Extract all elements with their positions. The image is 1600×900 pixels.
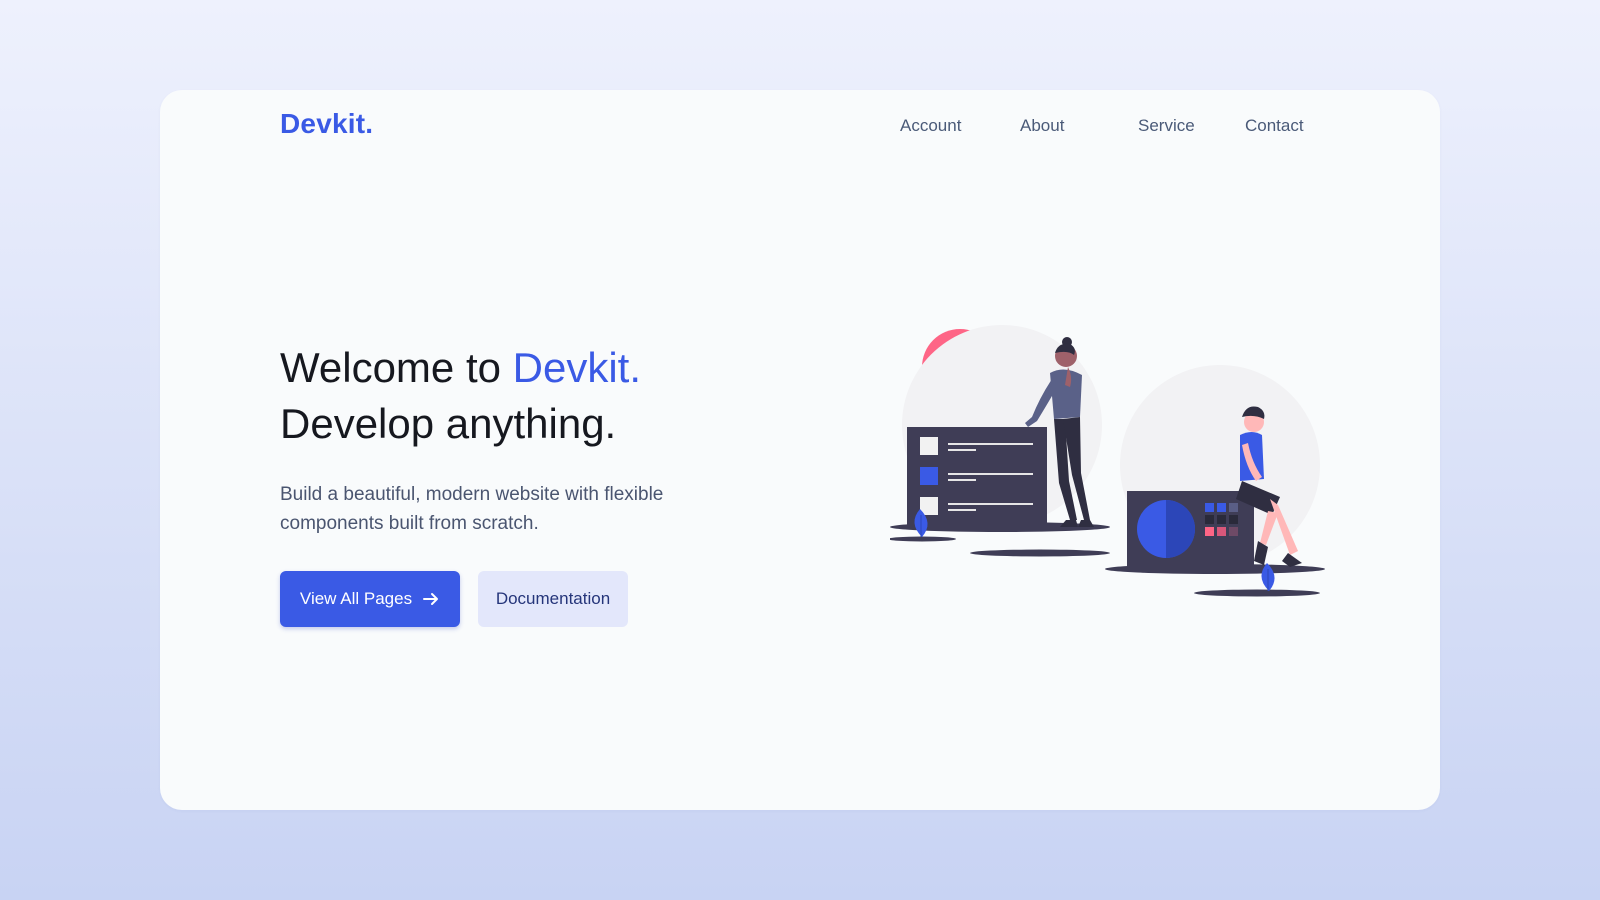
hero-title-prefix: Welcome to bbox=[280, 344, 501, 391]
hero-description: Build a beautiful, modern website with f… bbox=[280, 484, 664, 534]
nav-contact[interactable]: Contact bbox=[1245, 116, 1304, 136]
hero-section: Welcome to Devkit. Develop anything. Bui… bbox=[280, 340, 800, 538]
nav-about[interactable]: About bbox=[1020, 116, 1064, 136]
nav-service[interactable]: Service bbox=[1138, 116, 1195, 136]
top-nav: Account About Service Contact bbox=[160, 116, 1440, 140]
arrow-right-icon bbox=[422, 590, 440, 608]
hero-title-line2: Develop anything. bbox=[280, 400, 617, 447]
documentation-button[interactable]: Documentation bbox=[478, 571, 628, 627]
hero-title-accent: Devkit. bbox=[512, 344, 642, 391]
view-all-pages-button[interactable]: View All Pages bbox=[280, 571, 460, 627]
people-dashboard-illustration bbox=[888, 325, 1325, 597]
hero-illustration bbox=[888, 315, 1350, 615]
hero-card: Devkit. Account About Service Contact We… bbox=[160, 90, 1440, 810]
hero-title: Welcome to Devkit. Develop anything. bbox=[280, 340, 800, 452]
view-all-pages-label: View All Pages bbox=[299, 589, 413, 608]
nav-account[interactable]: Account bbox=[900, 116, 961, 136]
